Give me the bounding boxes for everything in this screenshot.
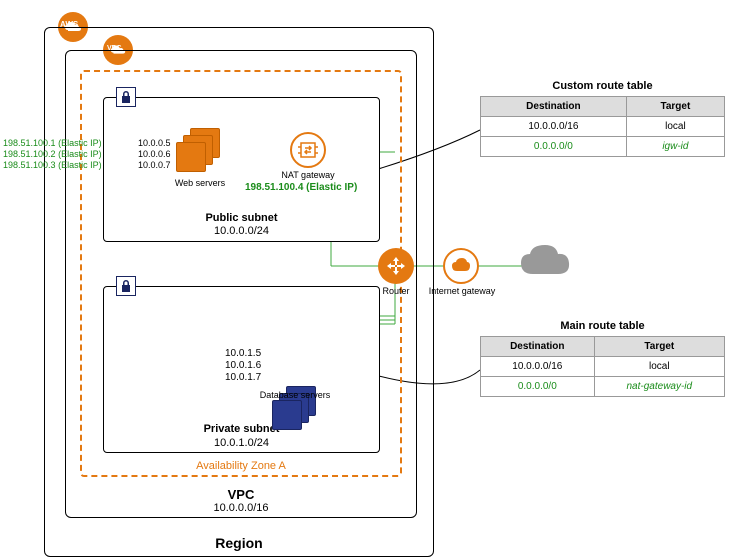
main-route-table: Main route table Destination Target 10.0…: [480, 320, 725, 397]
custom-rt-r1-target: igw-id: [626, 137, 724, 157]
private-subnet-label: Private subnet: [103, 423, 380, 435]
public-subnet-cidr: 10.0.0.0/24: [103, 225, 380, 237]
custom-rt-r0-target: local: [626, 117, 724, 137]
eip-row-2: 198.51.100.3 (Elastic IP): [3, 160, 102, 170]
main-rt-h1: Target: [594, 337, 724, 357]
lock-icon: [116, 87, 136, 107]
web-ip-0: 10.0.0.5: [138, 138, 171, 148]
web-ip-1: 10.0.0.6: [138, 149, 171, 159]
igw-label: Internet gateway: [423, 286, 501, 296]
custom-rt-h0: Destination: [481, 97, 627, 117]
router-icon: [378, 248, 414, 284]
nat-eip-ip: 198.51.100.4: [245, 182, 303, 193]
custom-rt-h1: Target: [626, 97, 724, 117]
eip-0-ip: 198.51.100.1: [3, 138, 56, 148]
main-rt-h0: Destination: [481, 337, 595, 357]
router-label: Router: [370, 286, 422, 296]
eip-1-ip: 198.51.100.2: [3, 149, 56, 159]
custom-rt-r0-dest: 10.0.0.0/16: [481, 117, 627, 137]
nat-gateway-icon: [290, 132, 326, 168]
db-ip-2: 10.0.1.7: [225, 372, 261, 383]
internet-cloud-icon: [518, 242, 573, 283]
nat-eip: 198.51.100.4 (Elastic IP): [245, 182, 357, 193]
db-ip-0: 10.0.1.5: [225, 348, 261, 359]
internet-gateway-icon: [443, 248, 479, 284]
public-subnet-label: Public subnet: [103, 212, 380, 224]
custom-rt-r1-dest: 0.0.0.0/0: [481, 137, 627, 157]
main-rt-r0-dest: 10.0.0.0/16: [481, 357, 595, 377]
lock-icon-2: [116, 276, 136, 296]
region-label: Region: [44, 535, 434, 551]
web-ip-2: 10.0.0.7: [138, 160, 171, 170]
main-rt-r1-dest: 0.0.0.0/0: [481, 377, 595, 397]
web-servers-icon: [176, 128, 222, 174]
db-ip-1: 10.0.1.6: [225, 360, 261, 371]
vpc-cidr: 10.0.0.0/16: [65, 502, 417, 514]
eip-2-tag: (Elastic IP): [58, 160, 102, 170]
web-servers-label: Web servers: [160, 178, 240, 188]
custom-route-table: Custom route table Destination Target 10…: [480, 80, 725, 157]
eip-row-1: 198.51.100.2 (Elastic IP): [3, 149, 102, 159]
nat-eip-tag: (Elastic IP): [306, 182, 357, 193]
nat-gateway-label: NAT gateway: [268, 170, 348, 180]
vpc-label: VPC: [65, 487, 417, 502]
main-rt-r1-target: nat-gateway-id: [594, 377, 724, 397]
eip-0-tag: (Elastic IP): [58, 138, 102, 148]
az-label: Availability Zone A: [80, 460, 402, 472]
main-rt-r0-target: local: [594, 357, 724, 377]
main-rt-title: Main route table: [480, 320, 725, 332]
db-servers-label: Database servers: [245, 390, 345, 400]
custom-rt-title: Custom route table: [480, 80, 725, 92]
eip-2-ip: 198.51.100.3: [3, 160, 56, 170]
eip-1-tag: (Elastic IP): [58, 149, 102, 159]
private-subnet-cidr: 10.0.1.0/24: [103, 437, 380, 449]
eip-row-0: 198.51.100.1 (Elastic IP): [3, 138, 102, 148]
